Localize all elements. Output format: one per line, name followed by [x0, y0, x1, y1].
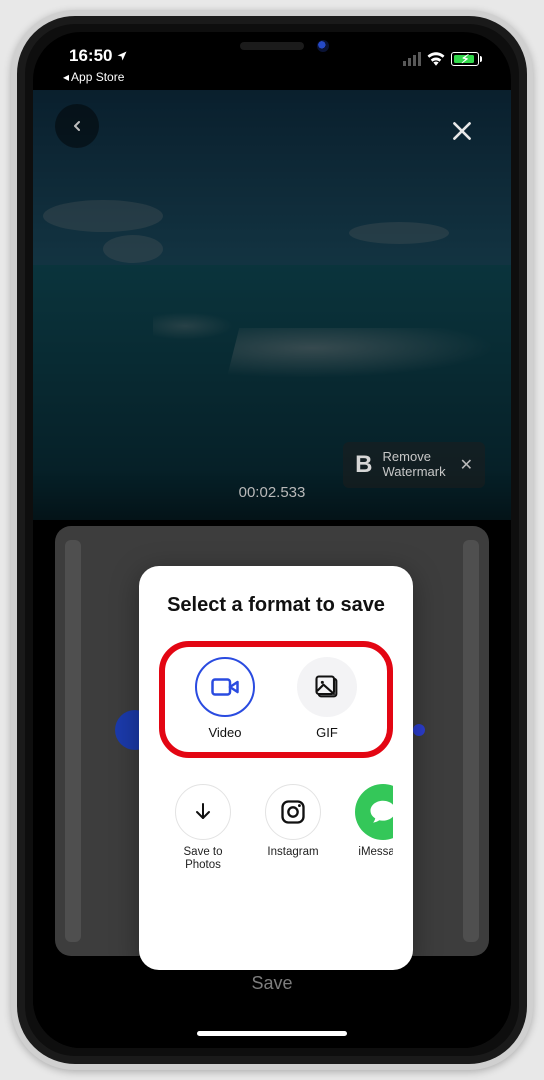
volume-up-btn [11, 276, 13, 342]
format-gif-label: GIF [316, 725, 338, 740]
volume-down-btn [11, 356, 13, 422]
home-indicator[interactable] [197, 1031, 347, 1036]
format-option-video[interactable]: Video [180, 657, 270, 740]
location-icon [116, 50, 128, 62]
back-button[interactable] [55, 104, 99, 148]
screen: 16:50 ◂ App Store ⚡︎ [33, 32, 511, 1048]
tutorial-highlight: Video GIF [159, 641, 393, 758]
remove-watermark-pill[interactable]: B Remove Watermark ✕ [343, 442, 485, 488]
power-btn [531, 296, 533, 392]
background-sheet: Select a format to save Video [55, 526, 489, 956]
wifi-icon [427, 52, 445, 66]
format-option-gif[interactable]: GIF [282, 657, 372, 740]
notch [167, 32, 377, 64]
share-instagram[interactable]: Instagram [255, 784, 331, 872]
close-button[interactable] [449, 118, 475, 149]
share-imessage-label: iMessage [358, 846, 393, 859]
share-destinations: Save to Photos Instagram [159, 784, 393, 872]
back-app-label: App Store [71, 70, 124, 84]
video-timestamp: 00:02.533 [33, 484, 511, 501]
cellular-icon [403, 52, 421, 66]
download-icon [191, 800, 215, 824]
modal-title: Select a format to save [159, 594, 393, 617]
mute-switch [11, 206, 13, 242]
share-instagram-label: Instagram [267, 846, 318, 859]
format-video-label: Video [208, 725, 241, 740]
background-chip-right [413, 724, 425, 736]
save-button[interactable]: Save [33, 973, 511, 994]
imessage-icon [368, 797, 393, 827]
chevron-left-icon [69, 118, 85, 134]
watermark-close-icon[interactable]: ✕ [460, 455, 473, 475]
status-time: 16:50 [69, 46, 112, 66]
watermark-brand-icon: B [355, 451, 372, 479]
caret-left-icon: ◂ [63, 70, 69, 84]
phone-device-frame: 16:50 ◂ App Store ⚡︎ [11, 10, 533, 1070]
battery-icon: ⚡︎ [451, 52, 479, 66]
back-to-app-link[interactable]: ◂ App Store [63, 70, 124, 84]
share-imessage[interactable]: iMessage [345, 784, 393, 872]
share-save-label: Save to Photos [166, 846, 240, 872]
watermark-line2: Watermark [383, 464, 446, 479]
watermark-line1: Remove [383, 449, 431, 464]
share-save-to-photos[interactable]: Save to Photos [165, 784, 241, 872]
close-icon [449, 118, 475, 144]
save-format-modal: Select a format to save Video [139, 566, 413, 970]
video-icon [210, 672, 240, 702]
instagram-icon [279, 798, 307, 826]
gif-icon [313, 673, 341, 701]
